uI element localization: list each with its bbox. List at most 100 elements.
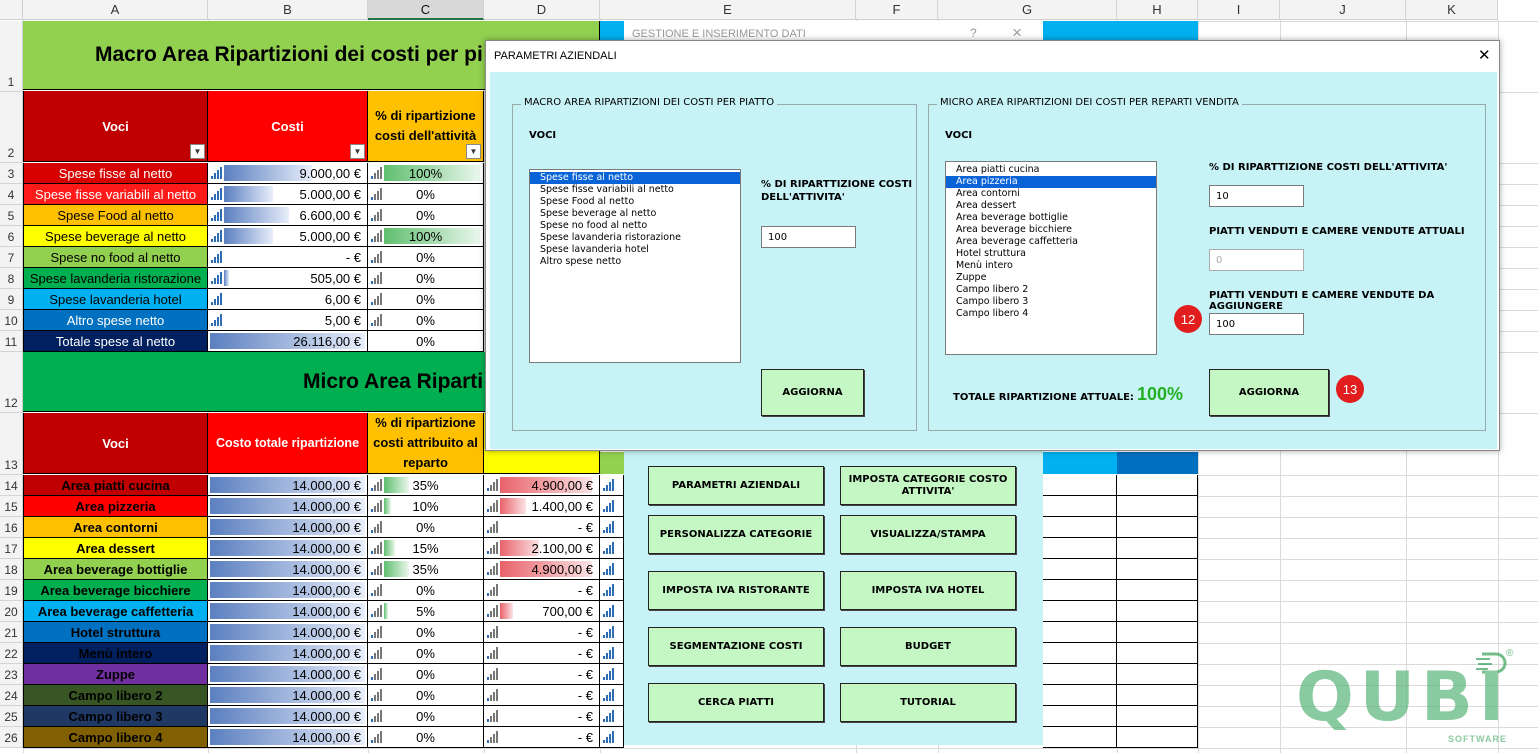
empty-bordered-cell[interactable] [1043, 643, 1117, 664]
empty-bordered-cell[interactable] [1117, 580, 1198, 601]
micro-pct-cell[interactable]: 35% [368, 475, 484, 496]
row-header-10[interactable]: 10 [0, 310, 23, 331]
micro-pct-cell[interactable]: 0% [368, 727, 484, 748]
column-header-h[interactable]: H [1117, 0, 1198, 20]
micro-costo-cell[interactable]: 14.000,00 € [208, 475, 368, 496]
empty-bordered-cell[interactable] [1117, 685, 1198, 706]
macro-voce-cell[interactable]: Spese beverage al netto [23, 226, 208, 247]
row-header-12[interactable]: 12 [0, 352, 23, 413]
micro-list-item[interactable]: Campo libero 3 [946, 296, 1156, 308]
macro-pct-cell[interactable]: 0% [368, 247, 484, 268]
macro-costo-cell[interactable]: 9.000,00 € [208, 163, 368, 184]
micro-voce-cell[interactable]: Area dessert [23, 538, 208, 559]
micro-value-cell[interactable]: 4.900,00 € [484, 475, 600, 496]
macro-voce-cell[interactable]: Spese Food al netto [23, 205, 208, 226]
row-header-21[interactable]: 21 [0, 622, 23, 643]
cerca-piatti-button[interactable]: CERCA PIATTI [648, 683, 824, 722]
empty-bordered-cell[interactable] [1117, 601, 1198, 622]
empty-bordered-cell[interactable] [1043, 601, 1117, 622]
filter-dropdown-icon[interactable]: ▼ [190, 144, 205, 159]
macro-voci-listbox[interactable]: Spese fisse al netto Spese fisse variabil… [529, 169, 741, 363]
empty-bordered-cell[interactable] [1117, 706, 1198, 727]
micro-list-item[interactable]: Zuppe [946, 272, 1156, 284]
empty-bordered-cell[interactable] [1043, 622, 1117, 643]
macro-pct-cell[interactable]: 0% [368, 184, 484, 205]
micro-list-item[interactable]: Area beverage caffetteria [946, 236, 1156, 248]
empty-bordered-cell[interactable] [1117, 496, 1198, 517]
row-header-3[interactable]: 3 [0, 163, 23, 184]
empty-bordered-cell[interactable] [1043, 559, 1117, 580]
macro-costo-cell[interactable]: 6.600,00 € [208, 205, 368, 226]
micro-list-item[interactable]: Menù intero [946, 260, 1156, 272]
empty-bordered-cell[interactable] [1117, 517, 1198, 538]
macro-list-item[interactable]: Altro spese netto [530, 256, 740, 268]
row-header-17[interactable]: 17 [0, 538, 23, 559]
micro-aggiorna-button[interactable]: AGGIORNA [1209, 369, 1329, 416]
empty-bordered-cell[interactable] [1117, 643, 1198, 664]
macro-total-pct[interactable]: 0% [368, 331, 484, 352]
micro-pct-cell[interactable]: 0% [368, 643, 484, 664]
row-header-23[interactable]: 23 [0, 664, 23, 685]
column-header-f[interactable]: F [856, 0, 938, 20]
segmentazione-costi-button[interactable]: SEGMENTAZIONE COSTI [648, 627, 824, 666]
row-header-19[interactable]: 19 [0, 580, 23, 601]
micro-voci-listbox[interactable]: Area piatti cucina Area pizzeria Area cont… [945, 161, 1157, 355]
micro-list-item[interactable]: Area piatti cucina [946, 164, 1156, 176]
micro-costo-cell[interactable]: 14.000,00 € [208, 664, 368, 685]
row-header-18[interactable]: 18 [0, 559, 23, 580]
add-input[interactable]: 100 [1209, 313, 1304, 335]
micro-list-item[interactable]: Campo libero 2 [946, 284, 1156, 296]
macro-costo-cell[interactable]: - € [208, 247, 368, 268]
micro-voce-cell[interactable]: Area beverage caffetteria [23, 601, 208, 622]
micro-value-cell[interactable]: - € [484, 517, 600, 538]
micro-pct-cell[interactable]: 15% [368, 538, 484, 559]
micro-value-cell[interactable]: - € [484, 685, 600, 706]
empty-bordered-cell[interactable] [1117, 622, 1198, 643]
select-all-corner[interactable] [0, 0, 23, 20]
macro-list-item[interactable]: Spese fisse variabili al netto [530, 184, 740, 196]
micro-pct-cell[interactable]: 0% [368, 706, 484, 727]
row-header-5[interactable]: 5 [0, 205, 23, 226]
micro-pct-cell[interactable]: 5% [368, 601, 484, 622]
imposta-iva-hotel-button[interactable]: IMPOSTA IVA HOTEL [840, 571, 1016, 610]
micro-costo-cell[interactable]: 14.000,00 € [208, 706, 368, 727]
macro-costo-cell[interactable]: 6,00 € [208, 289, 368, 310]
micro-value-cell[interactable]: - € [484, 706, 600, 727]
micro-pct-cell[interactable]: 0% [368, 517, 484, 538]
row-header-16[interactable]: 16 [0, 517, 23, 538]
micro-list-item[interactable]: Hotel struttura [946, 248, 1156, 260]
macro-aggiorna-button[interactable]: AGGIORNA [761, 369, 864, 416]
micro-pct-input[interactable]: 10 [1209, 185, 1304, 207]
macro-pct-cell[interactable]: 100% [368, 163, 484, 184]
micro-value-cell[interactable]: 1.400,00 € [484, 496, 600, 517]
micro-costo-cell[interactable]: 14.000,00 € [208, 727, 368, 748]
row-header-9[interactable]: 9 [0, 289, 23, 310]
row-header-6[interactable]: 6 [0, 226, 23, 247]
micro-costo-cell[interactable]: 14.000,00 € [208, 580, 368, 601]
macro-list-item[interactable]: Spese lavanderia hotel [530, 244, 740, 256]
row-header-13[interactable]: 13 [0, 413, 23, 475]
micro-voce-cell[interactable]: Area contorni [23, 517, 208, 538]
macro-pct-cell[interactable]: 0% [368, 268, 484, 289]
row-header-24[interactable]: 24 [0, 685, 23, 706]
micro-voce-cell[interactable]: Campo libero 3 [23, 706, 208, 727]
micro-voce-cell[interactable]: Zuppe [23, 664, 208, 685]
macro-pct-cell[interactable]: 0% [368, 289, 484, 310]
row-header-22[interactable]: 22 [0, 643, 23, 664]
micro-value-cell[interactable]: 700,00 € [484, 601, 600, 622]
personalizza-categorie-button[interactable]: PERSONALIZZA CATEGORIE [648, 515, 824, 554]
macro-pct-cell[interactable]: 0% [368, 205, 484, 226]
micro-list-item[interactable]: Area contorni [946, 188, 1156, 200]
row-header-2[interactable]: 2 [0, 92, 23, 163]
micro-voce-cell[interactable]: Area beverage bottiglie [23, 559, 208, 580]
macro-list-item[interactable]: Spese lavanderia ristorazione [530, 232, 740, 244]
empty-bordered-cell[interactable] [1117, 475, 1198, 496]
micro-pct-cell[interactable]: 0% [368, 580, 484, 601]
empty-bordered-cell[interactable] [1117, 664, 1198, 685]
macro-pct-cell[interactable]: 100% [368, 226, 484, 247]
micro-value-cell[interactable]: - € [484, 622, 600, 643]
macro-list-item[interactable]: Spese fisse al netto [530, 172, 740, 184]
parametri-aziendali-button[interactable]: PARAMETRI AZIENDALI [648, 466, 824, 505]
micro-costo-cell[interactable]: 14.000,00 € [208, 643, 368, 664]
column-header-k[interactable]: K [1406, 0, 1498, 20]
